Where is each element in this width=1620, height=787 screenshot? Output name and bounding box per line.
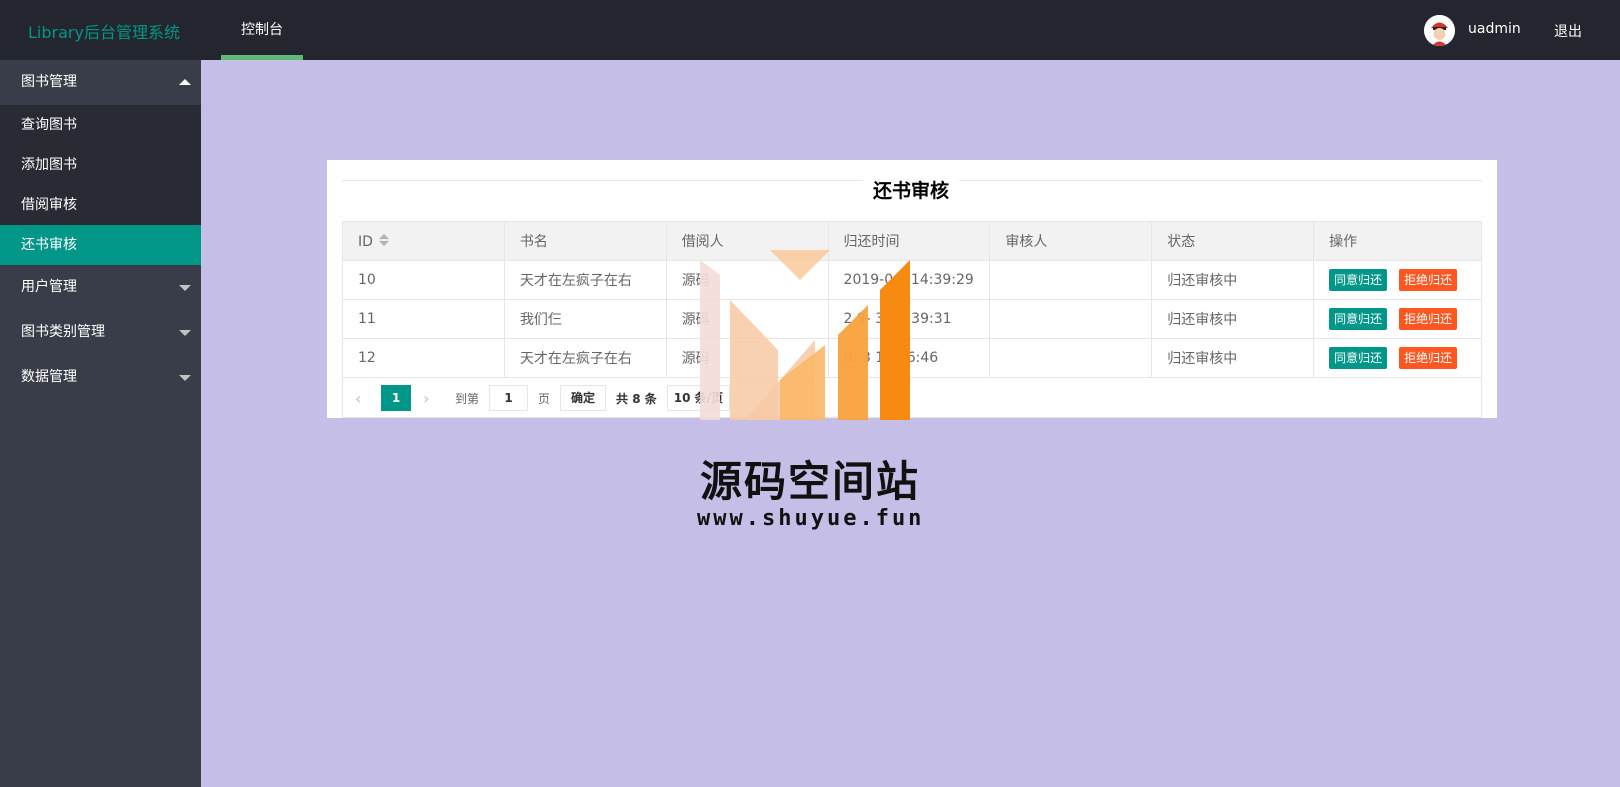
column-header-book: 书名 [503, 221, 667, 261]
total-count: 共 8 条 [616, 391, 657, 406]
cell-actions: 同意归还 拒绝归还 [1313, 338, 1482, 378]
nav-tab-label: 控制台 [241, 22, 283, 38]
chevron-down-icon [179, 375, 191, 381]
sidebar-item-label: 添加图书 [21, 157, 77, 173]
username[interactable]: uadmin [1468, 21, 1521, 37]
chevron-down-icon [179, 330, 191, 336]
pagination: ‹ 1 › 到第 1 页 确定 共 8 条 10 条/页 [355, 384, 731, 412]
sidebar-group-users[interactable]: 用户管理 [0, 265, 201, 310]
sidebar-item-query-books[interactable]: 查询图书 [0, 105, 201, 145]
approve-return-button[interactable]: 同意归还 [1329, 347, 1388, 369]
logout-link[interactable]: 退出 [1554, 21, 1582, 41]
approve-return-button[interactable]: 同意归还 [1329, 269, 1388, 291]
column-header-id[interactable]: ID [342, 221, 505, 261]
watermark-title: 源码空间站 [700, 457, 921, 506]
top-header: Library后台管理系统 控制台 uadmin 退出 [0, 0, 1620, 60]
cell-reviewer [989, 260, 1153, 300]
sidebar-item-label: 借阅审核 [21, 197, 77, 213]
nav-tab-console[interactable]: 控制台 [221, 0, 303, 60]
cell-status: 归还审核中 [1151, 260, 1315, 300]
sidebar-item-add-book[interactable]: 添加图书 [0, 145, 201, 185]
sidebar-group-label: 用户管理 [21, 279, 77, 295]
sidebar-item-label: 查询图书 [21, 117, 77, 133]
sidebar-group-books[interactable]: 图书管理 [0, 60, 201, 105]
reject-return-button[interactable]: 拒绝归还 [1399, 347, 1458, 369]
column-header-status: 状态 [1151, 221, 1315, 261]
chevron-left-icon[interactable]: ‹ [355, 389, 369, 408]
chevron-down-icon [179, 285, 191, 291]
cell-book: 天才在左疯子在右 [503, 260, 667, 300]
watermark-logo-icon [700, 250, 910, 420]
sidebar-submenu-books: 查询图书 添加图书 借阅审核 还书审核 [0, 105, 201, 265]
sidebar-group-label: 图书类别管理 [21, 324, 105, 340]
cell-book: 天才在左疯子在右 [503, 338, 667, 378]
reject-return-button[interactable]: 拒绝归还 [1399, 308, 1458, 330]
cell-status: 归还审核中 [1151, 338, 1315, 378]
chevron-right-icon[interactable]: › [423, 389, 437, 408]
goto-confirm-button[interactable]: 确定 [560, 385, 607, 411]
cell-book: 我们仨 [503, 299, 667, 339]
cell-reviewer [989, 299, 1153, 339]
cell-id: 10 [342, 260, 505, 300]
cell-reviewer [989, 338, 1153, 378]
sidebar-item-return-review[interactable]: 还书审核 [0, 225, 201, 265]
sidebar-item-label: 还书审核 [21, 237, 77, 253]
goto-prefix: 到第 [455, 391, 480, 406]
cell-status: 归还审核中 [1151, 299, 1315, 339]
sidebar-group-label: 图书管理 [21, 74, 77, 90]
goto-suffix: 页 [538, 391, 551, 406]
sidebar-group-data[interactable]: 数据管理 [0, 355, 201, 400]
page-current[interactable]: 1 [381, 385, 411, 411]
avatar-icon [1424, 15, 1455, 46]
approve-return-button[interactable]: 同意归还 [1329, 308, 1388, 330]
chevron-up-icon [179, 79, 191, 85]
goto-page-input[interactable]: 1 [489, 385, 529, 411]
app-logo[interactable]: Library后台管理系统 [28, 19, 180, 43]
sidebar: 图书管理 查询图书 添加图书 借阅审核 还书审核 用户管理 图书类别管理 数据管… [0, 60, 201, 787]
sort-icon[interactable] [378, 234, 389, 248]
sidebar-item-borrow-review[interactable]: 借阅审核 [0, 185, 201, 225]
sidebar-group-label: 数据管理 [21, 369, 77, 385]
watermark-url: www.shuyue.fun [697, 506, 925, 531]
cell-actions: 同意归还 拒绝归还 [1313, 299, 1482, 339]
panel-title: 还书审核 [863, 176, 960, 203]
column-header-reviewer: 审核人 [989, 221, 1153, 261]
avatar[interactable] [1424, 15, 1455, 46]
column-header-label: ID [358, 234, 373, 250]
sidebar-group-categories[interactable]: 图书类别管理 [0, 310, 201, 355]
cell-id: 12 [342, 338, 505, 378]
nav-tab-active-bar [221, 55, 303, 60]
reject-return-button[interactable]: 拒绝归还 [1399, 269, 1458, 291]
column-header-actions: 操作 [1313, 221, 1482, 261]
cell-actions: 同意归还 拒绝归还 [1313, 260, 1482, 300]
cell-id: 11 [342, 299, 505, 339]
